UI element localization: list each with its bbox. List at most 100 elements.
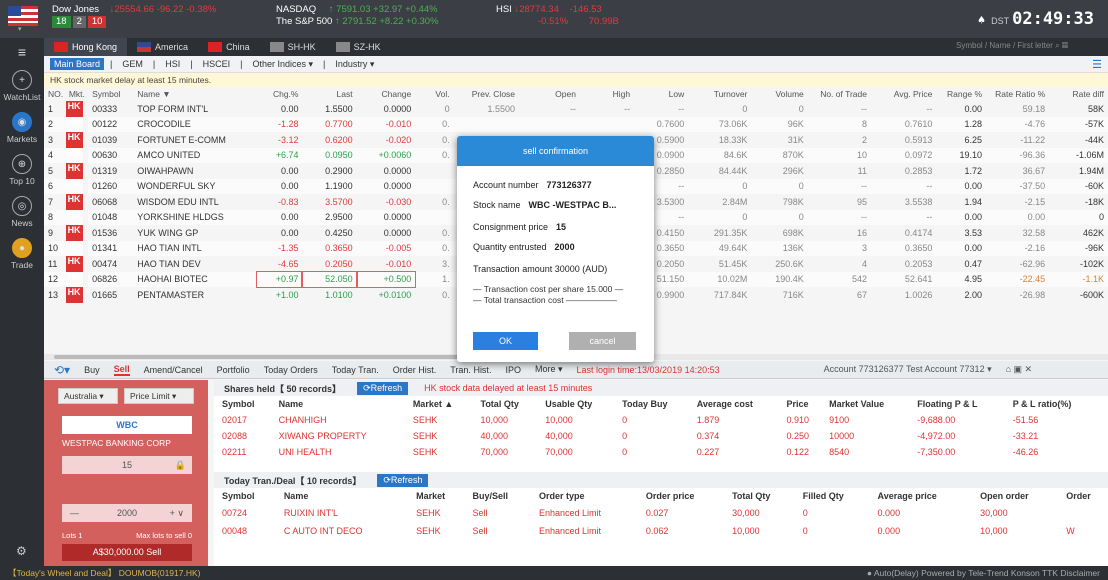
wheel-deal-ticker[interactable]: 【Today's Wheel and Deal】 DOUMOB(01917.HK… — [8, 568, 200, 578]
col-header[interactable]: Buy/Sell — [465, 488, 531, 504]
tab-hscei[interactable]: HSCEI — [199, 58, 235, 70]
col-prev-close[interactable]: Prev. Close — [453, 87, 520, 101]
quote-row[interactable]: 1 HK 00333 TOP FORM INT'L 0.00 1.5500 0.0000 0 1… — [44, 101, 1108, 117]
col-header[interactable]: Symbol — [214, 396, 271, 412]
col-name[interactable]: Name ▼ — [133, 87, 258, 101]
table-row[interactable]: 00724 RUIXIN INT'L SEHK Sell Enhanced Limit 0… — [214, 504, 1108, 522]
bell-icon[interactable]: ♠ — [978, 13, 985, 27]
col-header[interactable]: Order price — [638, 488, 724, 504]
col-avg-price[interactable]: Avg. Price — [870, 87, 937, 101]
col-header[interactable]: Order type — [531, 488, 638, 504]
refresh-cycle-icon[interactable]: ⟲▾ — [54, 363, 70, 377]
settings-gear-icon[interactable]: ⚙ — [16, 544, 27, 558]
col-header[interactable]: P & L ratio(%) — [1005, 396, 1098, 412]
col-header[interactable]: Usable Qty — [537, 396, 614, 412]
col-header[interactable]: Market — [408, 488, 464, 504]
price-input[interactable]: 15 🔒 — [62, 456, 192, 474]
tab-china[interactable]: China — [198, 38, 260, 56]
lock-icon[interactable]: 🔒 — [175, 456, 186, 474]
tab-sell[interactable]: Sell — [113, 364, 130, 376]
col-no[interactable]: NO. — [44, 87, 66, 101]
col-header[interactable]: Floating P & L — [909, 396, 1005, 412]
sidebar-item-watchlist[interactable]: + WatchList — [0, 70, 44, 102]
plus-icon[interactable]: + ∨ — [170, 504, 184, 522]
other-indices-dropdown[interactable]: Other Indices ▾ — [248, 58, 317, 71]
sidebar-item-trade[interactable]: ● Trade — [0, 238, 44, 270]
tab-hong-kong[interactable]: Hong Kong — [44, 38, 128, 56]
tab-today-orders[interactable]: Today Orders — [264, 365, 318, 375]
tab-portfolio[interactable]: Portfolio — [217, 365, 250, 375]
col-header[interactable]: Total Qty — [724, 488, 795, 504]
tab-main-board[interactable]: Main Board — [50, 58, 105, 70]
industry-dropdown[interactable]: Industry ▾ — [331, 58, 378, 71]
table-row[interactable]: 00048 C AUTO INT DECO SEHK Sell Enhanced Lim… — [214, 522, 1108, 540]
sell-button[interactable]: A$30,000.00 Sell — [62, 544, 192, 561]
search-input[interactable]: Symbol / Name / First letter ⌕ ▦ — [956, 41, 1068, 51]
quote-row[interactable]: 2 HK 00122 CROCODILE -1.28 0.7700 -0.010 0. 0.76… — [44, 116, 1108, 132]
market-select[interactable]: Australia ▾ — [58, 388, 118, 404]
col-vol[interactable]: Vol. — [415, 87, 454, 101]
lock-icon[interactable]: ⌂ ▣ ✕ — [1006, 364, 1032, 375]
table-row[interactable]: 02088 XIWANG PROPERTY SEHK 40,000 40,000 0 0.3… — [214, 428, 1098, 444]
order-type-select[interactable]: Price Limit ▾ — [124, 388, 194, 404]
col-header[interactable]: Name — [271, 396, 405, 412]
col-low[interactable]: Low — [634, 87, 689, 101]
grid-icon[interactable]: ▦ — [1062, 41, 1068, 50]
col-header[interactable]: Order — [1058, 488, 1108, 504]
col-header[interactable]: Filled Qty — [795, 488, 870, 504]
col-header[interactable]: Price — [778, 396, 821, 412]
shares-refresh-button[interactable]: ⟳Refresh — [357, 381, 409, 395]
col-header[interactable]: Total Qty — [472, 396, 537, 412]
tab-order-hist[interactable]: Order Hist. — [393, 365, 437, 375]
stock-code-input[interactable]: WBC — [62, 416, 192, 434]
col-header[interactable]: Average cost — [689, 396, 779, 412]
today-refresh-button[interactable]: ⟳Refresh — [377, 473, 429, 487]
sidebar-item-news[interactable]: ◎ News — [0, 196, 44, 228]
tab-hsi[interactable]: HSI — [161, 58, 184, 70]
col-open[interactable]: Open — [519, 87, 580, 101]
ok-button[interactable]: OK — [473, 332, 538, 350]
more-dropdown[interactable]: More ▾ — [535, 364, 563, 375]
hsi-ticker[interactable]: HSI ↓28774.34 -146.53 -0.51% 70.99B — [496, 4, 619, 28]
col-header[interactable]: Name — [276, 488, 408, 504]
nasdaq-ticker[interactable]: NASDAQ ↑ 7591.03 +32.97 +0.44% The S&P 5… — [276, 4, 439, 28]
col-header[interactable]: Open order — [972, 488, 1058, 504]
col-last[interactable]: Last — [302, 87, 357, 101]
list-icon[interactable]: ☰ — [1092, 58, 1102, 71]
tab-gem[interactable]: GEM — [118, 58, 147, 70]
col-rate-diff[interactable]: Rate diff — [1049, 87, 1108, 101]
account-selector[interactable]: Account 773126377 Test Account 77312 ▾ — [824, 364, 992, 375]
tab-today-tran[interactable]: Today Tran. — [332, 365, 379, 375]
tab-ipo[interactable]: IPO — [505, 365, 521, 375]
col-turnover[interactable]: Turnover — [688, 87, 752, 101]
col-rate-ratio[interactable]: Rate Ratio % — [986, 87, 1050, 101]
col-header[interactable]: Market Value — [821, 396, 909, 412]
tab-buy[interactable]: Buy — [84, 365, 100, 375]
col-symbol[interactable]: Symbol — [88, 87, 134, 101]
col-mkt[interactable]: Mkt. — [65, 87, 89, 101]
tab-sz-hk[interactable]: SZ-HK — [326, 38, 391, 56]
col-header[interactable]: Symbol — [214, 488, 276, 504]
sidebar-item-top10[interactable]: ⊕ Top 10 — [0, 154, 44, 186]
col-volume[interactable]: Volume — [751, 87, 808, 101]
table-row[interactable]: 02211 UNI HEALTH SEHK 70,000 70,000 0 0.227 0.1… — [214, 444, 1098, 460]
col-high[interactable]: High — [579, 87, 635, 101]
tab-tran-hist[interactable]: Tran. Hist. — [450, 365, 491, 375]
col-range[interactable]: Range % — [936, 87, 987, 101]
cancel-button[interactable]: cancel — [569, 332, 636, 350]
sidebar-item-markets[interactable]: ◉ Markets — [0, 112, 44, 144]
tab-sh-hk[interactable]: SH-HK — [260, 38, 326, 56]
table-row[interactable]: 02017 CHANHIGH SEHK 10,000 10,000 0 1.879 0.910… — [214, 412, 1098, 428]
col-header[interactable]: Today Buy — [614, 396, 689, 412]
col-chg-pct[interactable]: Chg.% — [257, 87, 303, 101]
col-header[interactable]: Market ▲ — [405, 396, 473, 412]
col-header[interactable]: Average price — [870, 488, 973, 504]
minus-icon[interactable]: — — [70, 504, 79, 522]
col-change[interactable]: Change — [356, 87, 416, 101]
col-no-of-trade[interactable]: No. of Trade — [807, 87, 871, 101]
search-icon[interactable]: ⌕ — [1055, 41, 1059, 50]
dow-jones-ticker[interactable]: Dow Jones ↓25554.66 -96.22 -0.38% 18 2 10 — [52, 4, 216, 28]
tab-america[interactable]: America — [127, 38, 198, 56]
tab-amend-cancel[interactable]: Amend/Cancel — [144, 365, 203, 375]
menu-icon[interactable]: ≡ — [0, 44, 44, 60]
